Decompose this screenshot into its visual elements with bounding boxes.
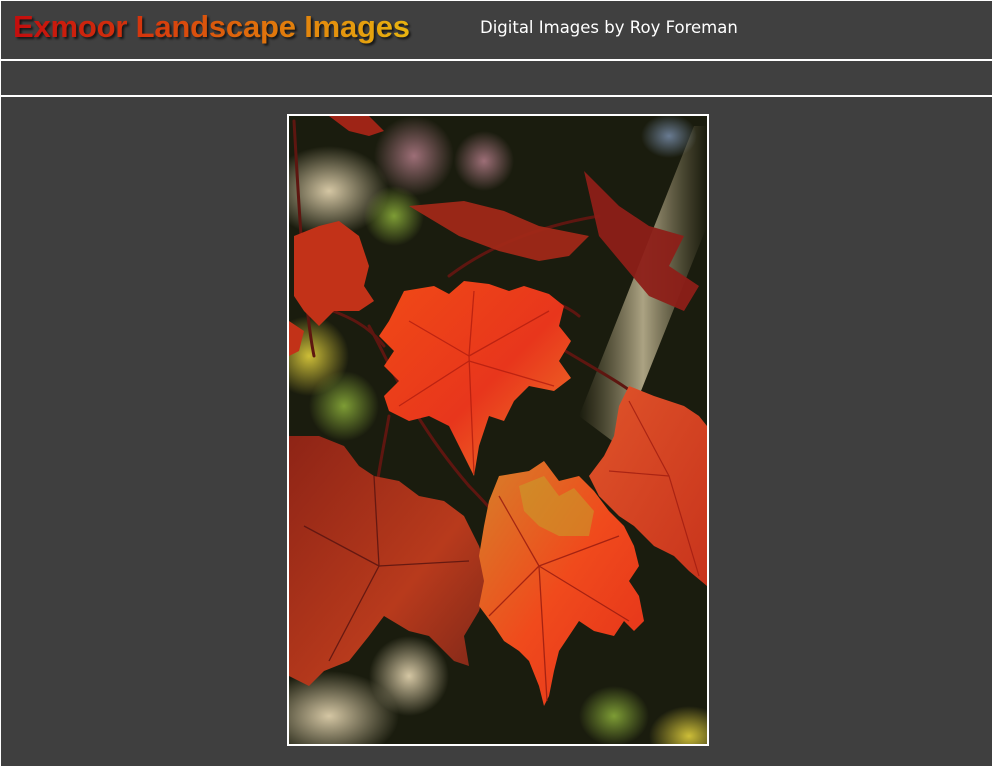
- maple-leaves-photo: [289, 116, 707, 744]
- site-tagline: Digital Images by Roy Foreman: [480, 18, 738, 37]
- page: Exmoor Landscape Images Digital Images b…: [0, 0, 993, 767]
- navigation-bar: [1, 61, 992, 95]
- site-header: Exmoor Landscape Images Digital Images b…: [1, 1, 992, 59]
- featured-photo: [287, 114, 709, 746]
- site-title: Exmoor Landscape Images: [13, 9, 410, 44]
- navigation-divider: [1, 95, 992, 97]
- site-logo[interactable]: Exmoor Landscape Images: [13, 7, 410, 47]
